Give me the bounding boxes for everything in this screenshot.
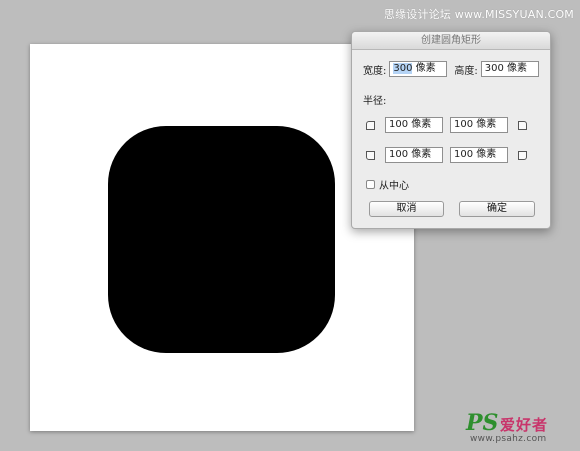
top-left-corner-icon bbox=[366, 120, 375, 130]
radius-bottom-left-field[interactable]: 100 像素 bbox=[385, 147, 443, 163]
radius-top-left-field[interactable]: 100 像素 bbox=[385, 117, 443, 133]
watermark-top-text: 思缘设计论坛 www.MISSYUAN.COM bbox=[383, 8, 574, 21]
watermark-ps-text: PS bbox=[466, 410, 499, 436]
radius-bottom-right-field[interactable]: 100 像素 bbox=[450, 147, 508, 163]
top-right-corner-icon bbox=[518, 120, 527, 130]
watermark-logo: PS 爱好者 www.psahz.com bbox=[466, 410, 574, 444]
from-center-row[interactable]: 从中心 bbox=[366, 177, 409, 192]
width-field[interactable]: 300 像素 bbox=[389, 61, 448, 77]
watermark-name-text: 爱好者 bbox=[500, 416, 549, 434]
size-row: 宽度: 300 像素 高度: 300 像素 bbox=[363, 61, 539, 77]
height-field[interactable]: 300 像素 bbox=[480, 61, 539, 77]
height-label: 高度: bbox=[454, 65, 478, 77]
dialog-title[interactable]: 创建圆角矩形 bbox=[352, 32, 550, 50]
bottom-left-corner-icon bbox=[366, 150, 375, 160]
cancel-button[interactable]: 取消 bbox=[369, 201, 444, 217]
radius-label-row: 半径: bbox=[363, 92, 386, 107]
radius-top-row: 100 像素 100 像素 bbox=[366, 117, 527, 133]
width-field-selected-value: 300 bbox=[393, 63, 413, 74]
watermark-url-text: www.psahz.com bbox=[470, 434, 547, 444]
width-label: 宽度: bbox=[363, 65, 387, 77]
bottom-right-corner-icon bbox=[518, 150, 527, 160]
ok-button[interactable]: 确定 bbox=[459, 201, 535, 217]
radius-top-right-field[interactable]: 100 像素 bbox=[450, 117, 508, 133]
width-field-unit: 像素 bbox=[412, 63, 436, 74]
radius-label: 半径: bbox=[363, 96, 387, 107]
create-rounded-rectangle-dialog: 创建圆角矩形 宽度: 300 像素 高度: 300 像素 半径: 100 像素 … bbox=[351, 31, 551, 229]
from-center-label: 从中心 bbox=[379, 181, 409, 192]
radius-bottom-row: 100 像素 100 像素 bbox=[366, 147, 527, 163]
rounded-rectangle-shape[interactable] bbox=[108, 126, 335, 353]
from-center-checkbox[interactable] bbox=[366, 180, 375, 189]
